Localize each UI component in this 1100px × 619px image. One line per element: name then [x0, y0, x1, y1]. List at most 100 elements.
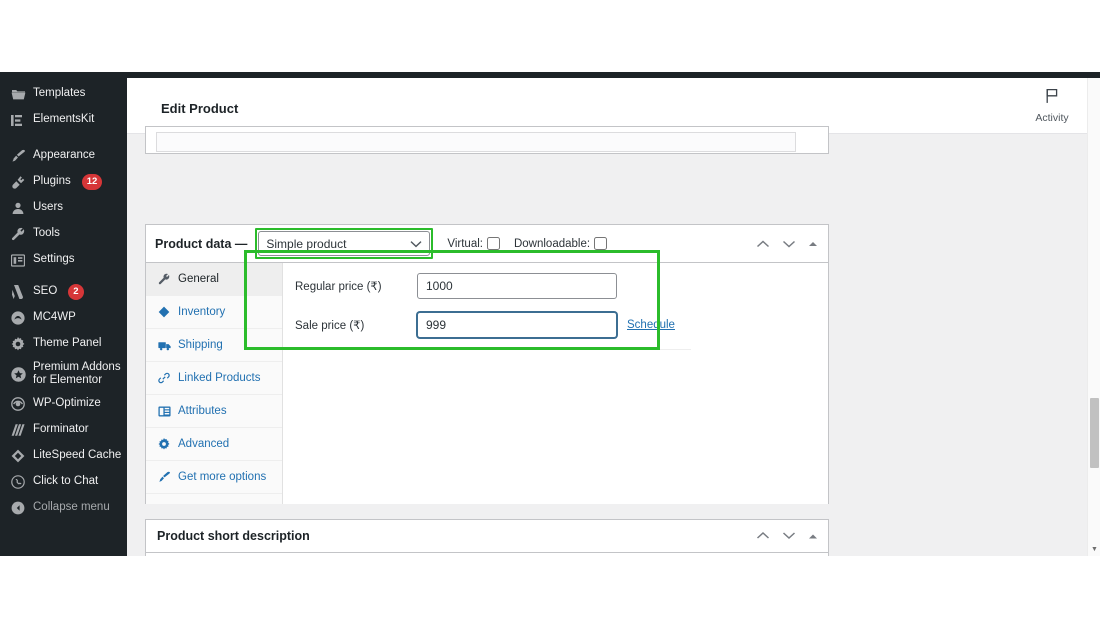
elementskit-icon: [10, 112, 26, 128]
extension-icon: [157, 471, 171, 483]
sidebar-item-theme-panel[interactable]: Theme Panel: [0, 331, 127, 357]
move-down-icon[interactable]: [782, 527, 796, 545]
product-type-highlight: Simple product: [255, 228, 434, 259]
product-data-title: Product data —: [155, 236, 248, 251]
yoast-icon: [10, 284, 26, 300]
sidebar-item-plugins[interactable]: Plugins 12: [0, 169, 127, 195]
regular-price-input[interactable]: [417, 273, 617, 299]
forminator-icon: [10, 422, 26, 438]
short-description-title: Product short description: [157, 529, 310, 543]
partial-panel-above: [145, 126, 829, 154]
tab-label: Attributes: [178, 405, 227, 417]
sidebar-item-label: SEO: [33, 285, 58, 298]
short-description-header: Product short description: [146, 520, 828, 553]
folder-icon: [10, 86, 26, 102]
screenshot-root: Templates ElementsKit Appearance Plugins…: [0, 0, 1100, 619]
product-data-panel: Product data — Simple product Virtual: D…: [145, 224, 829, 504]
sidebar-item-label: Plugins: [33, 175, 71, 188]
activity-button[interactable]: Activity: [1025, 88, 1079, 124]
sale-price-label: Sale price (₹): [295, 320, 365, 332]
attributes-icon: [157, 406, 171, 417]
move-up-icon[interactable]: [756, 239, 770, 248]
sale-price-input[interactable]: [417, 312, 617, 338]
sidebar-item-click-to-chat[interactable]: Click to Chat: [0, 469, 127, 495]
tab-inventory[interactable]: Inventory: [146, 296, 282, 329]
sidebar-item-label: ElementsKit: [33, 113, 95, 126]
tab-general[interactable]: General: [146, 263, 282, 296]
tab-label: Shipping: [178, 339, 223, 351]
sidebar-item-collapse-menu[interactable]: Collapse menu: [0, 495, 127, 521]
users-icon: [10, 200, 26, 216]
product-data-header: Product data — Simple product Virtual: D…: [146, 225, 828, 263]
truck-icon: [157, 340, 171, 351]
tab-attributes[interactable]: Attributes: [146, 395, 282, 428]
product-type-select[interactable]: Simple product: [258, 231, 431, 256]
sidebar-item-settings[interactable]: Settings: [0, 247, 127, 273]
sidebar-item-seo[interactable]: SEO 2: [0, 279, 127, 305]
tab-label: Linked Products: [178, 372, 261, 384]
regular-price-label: Regular price (₹): [295, 281, 382, 293]
downloadable-checkbox[interactable]: [594, 237, 608, 250]
sidebar-item-premium-addons[interactable]: Premium Addons for Elementor: [0, 357, 127, 391]
product-data-tabs: General Inventory Shipping Linked Produc…: [146, 263, 283, 504]
move-up-icon[interactable]: [756, 527, 770, 545]
move-down-icon[interactable]: [782, 239, 796, 248]
tab-advanced[interactable]: Advanced: [146, 428, 282, 461]
sidebar-item-label: Templates: [33, 87, 86, 100]
general-panel: Regular price (₹) Sale price (₹) Schedul…: [283, 263, 828, 504]
sidebar-item-label: MC4WP: [33, 311, 76, 324]
toggle-panel-icon[interactable]: [808, 240, 818, 247]
content-area: Product data — Simple product Virtual: D…: [127, 126, 1087, 556]
activity-label: Activity: [1035, 112, 1069, 124]
gear-icon: [157, 438, 171, 450]
sidebar-item-appearance[interactable]: Appearance: [0, 143, 127, 169]
partial-input-field[interactable]: [156, 132, 796, 152]
sidebar-item-tools[interactable]: Tools: [0, 221, 127, 247]
schedule-link[interactable]: Schedule: [627, 319, 675, 331]
virtual-checkbox-group[interactable]: Virtual:: [447, 237, 500, 250]
collapse-arrow-icon: [10, 500, 26, 516]
page-scrollbar[interactable]: ▼: [1087, 78, 1100, 556]
gear-icon: [10, 336, 26, 352]
sidebar-item-mc4wp[interactable]: MC4WP: [0, 305, 127, 331]
sidebar-item-label: Tools: [33, 227, 60, 240]
browser-viewport: Templates ElementsKit Appearance Plugins…: [0, 72, 1100, 556]
tab-label: General: [178, 273, 219, 285]
link-icon: [157, 372, 171, 384]
sidebar-item-templates[interactable]: Templates: [0, 81, 127, 107]
tab-linked-products[interactable]: Linked Products: [146, 362, 282, 395]
sidebar-item-label: Theme Panel: [33, 337, 102, 350]
archive-icon: [157, 306, 171, 318]
toggle-panel-icon[interactable]: [808, 527, 818, 545]
sidebar-item-forminator[interactable]: Forminator: [0, 417, 127, 443]
sidebar-item-elementskit[interactable]: ElementsKit: [0, 107, 127, 133]
plug-icon: [10, 174, 26, 190]
tab-shipping[interactable]: Shipping: [146, 329, 282, 362]
paintbrush-icon: [10, 148, 26, 164]
sidebar-item-litespeed-cache[interactable]: LiteSpeed Cache: [0, 443, 127, 469]
scrollbar-thumb[interactable]: [1090, 398, 1099, 468]
eye-circle-icon: [10, 396, 26, 412]
virtual-checkbox[interactable]: [486, 237, 500, 250]
panel-order-handles: [756, 239, 818, 248]
sidebar-item-users[interactable]: Users: [0, 195, 127, 221]
wrench-icon: [10, 226, 26, 242]
diamond-icon: [10, 448, 26, 464]
sidebar-item-label: Premium Addons for Elementor: [33, 361, 121, 386]
flag-icon: [1045, 88, 1060, 109]
sale-price-row: Sale price (₹) Schedule: [295, 312, 675, 338]
sidebar-item-label: Collapse menu: [33, 501, 110, 514]
tab-label: Get more options: [178, 471, 267, 483]
short-description-panel: Product short description: [145, 519, 829, 556]
sidebar-item-label: LiteSpeed Cache: [33, 449, 122, 462]
whatsapp-icon: [10, 474, 26, 490]
editor-media-bar: Add Media Visual Text: [146, 553, 828, 556]
sidebar-item-wp-optimize[interactable]: WP-Optimize: [0, 391, 127, 417]
star-circle-icon: [10, 366, 26, 382]
virtual-label: Virtual:: [447, 237, 483, 250]
pricing-divider: [295, 349, 691, 350]
chevron-down-icon[interactable]: ▼: [1090, 545, 1099, 554]
regular-price-row: Regular price (₹): [295, 273, 617, 299]
tab-get-more-options[interactable]: Get more options: [146, 461, 282, 494]
downloadable-checkbox-group[interactable]: Downloadable:: [514, 237, 608, 250]
